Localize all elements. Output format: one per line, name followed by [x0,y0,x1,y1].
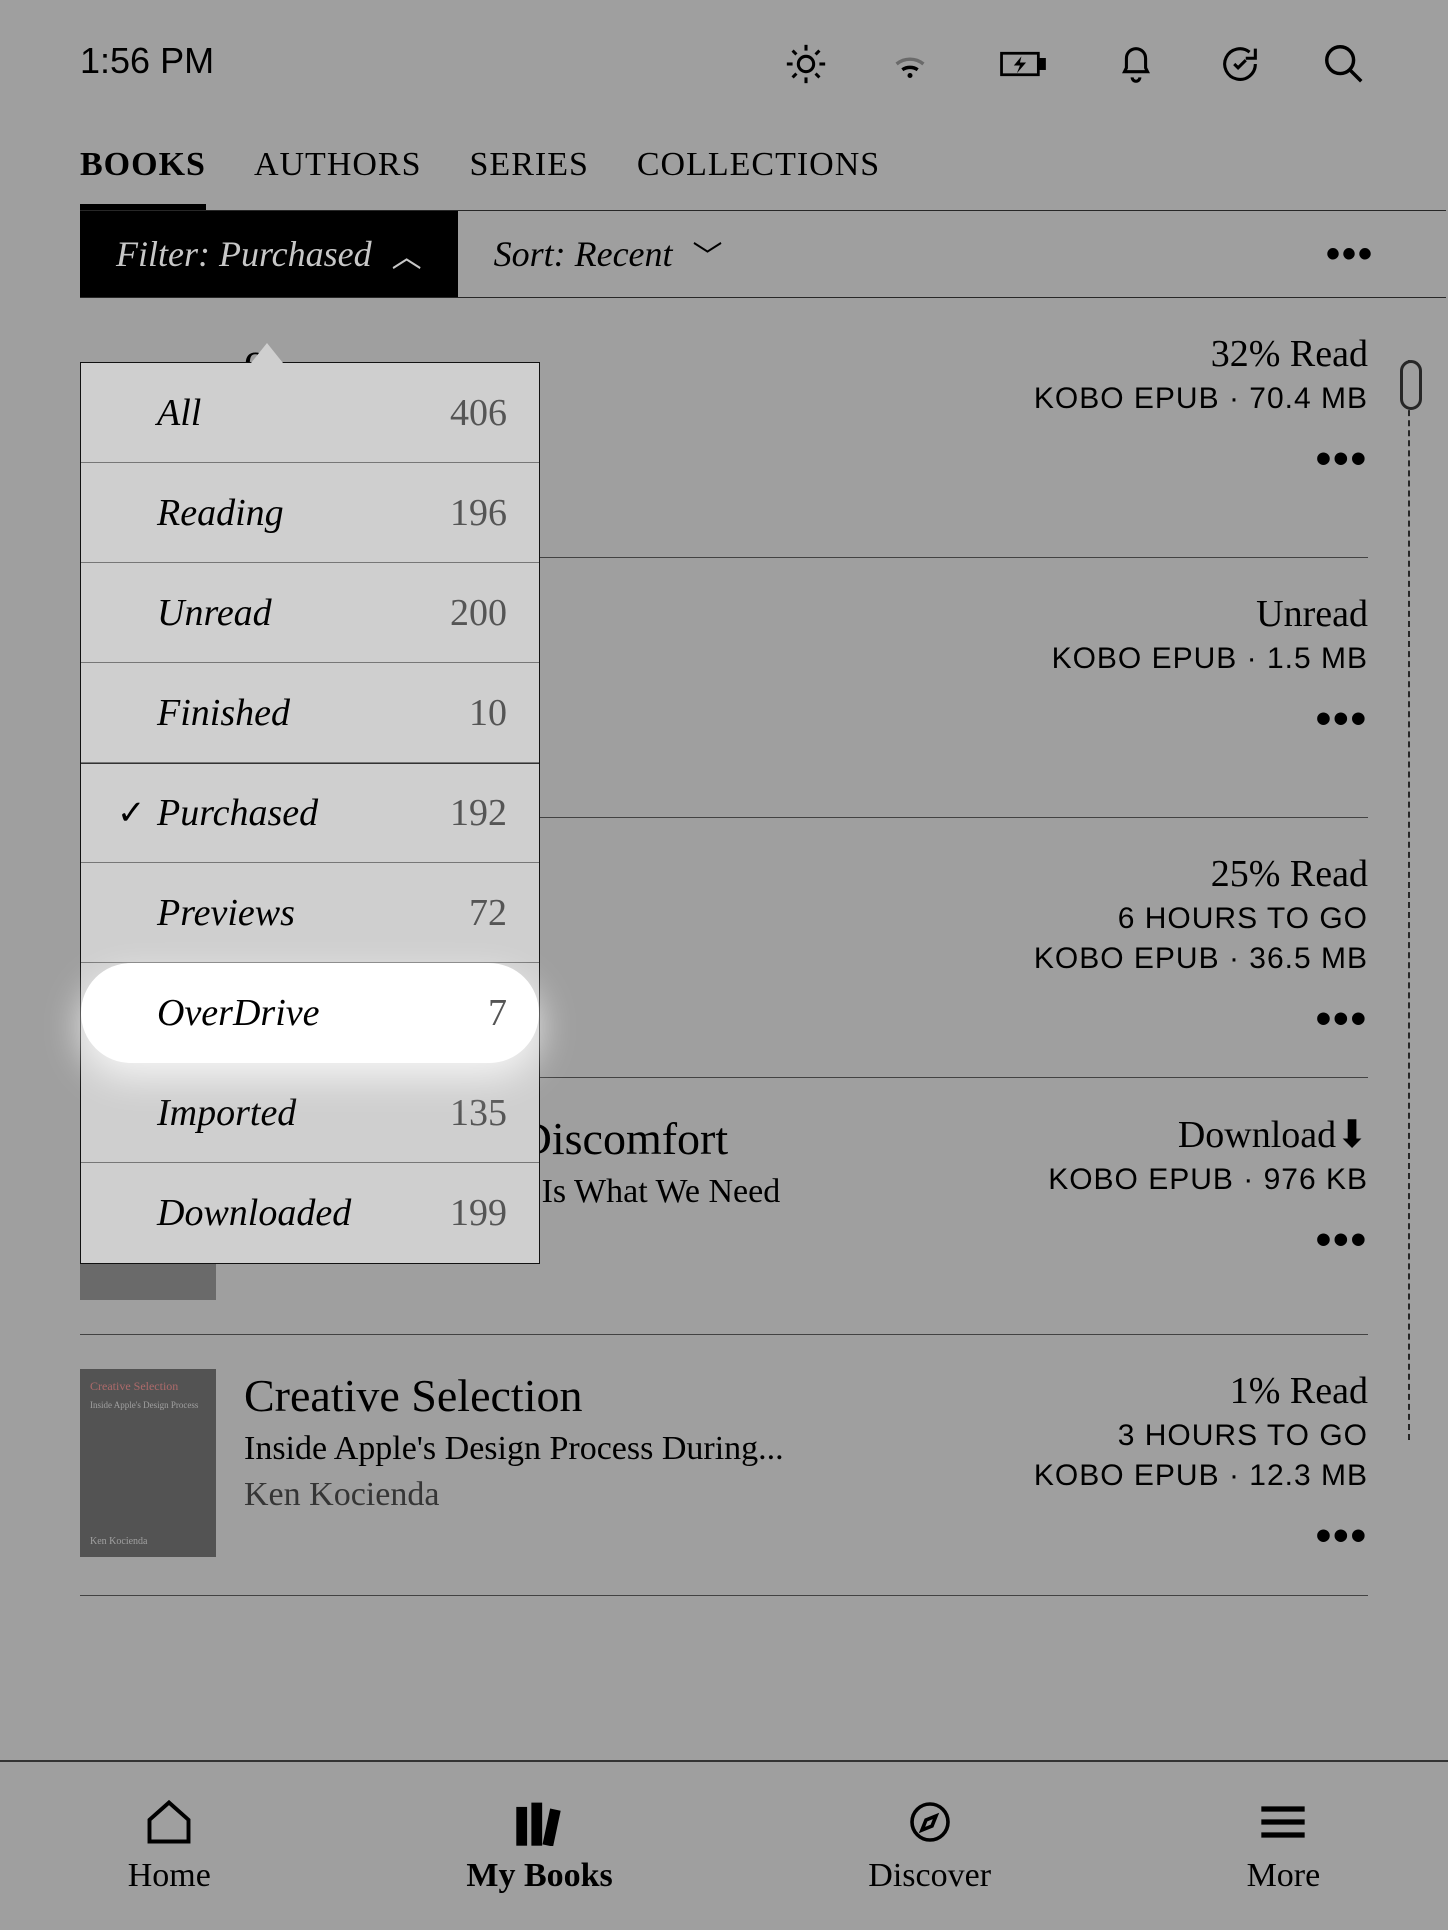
tab-authors[interactable]: AUTHORS [254,146,422,210]
row-menu-button[interactable]: ••• [1316,694,1368,744]
bell-icon[interactable] [1112,40,1160,88]
sort-button[interactable]: Sort: Recent﹀ [458,232,759,276]
tab-series[interactable]: SERIES [470,146,589,210]
bottom-nav: Home My Books Discover More [0,1760,1448,1930]
more-options-button[interactable]: ••• [1326,232,1446,277]
filter-option-purchased[interactable]: ✓Purchased192 [81,763,539,863]
filter-option-overdrive[interactable]: OverDrive7 [81,963,539,1063]
search-icon[interactable] [1320,40,1368,88]
status-time: 1:56 PM [80,40,214,88]
sync-icon[interactable] [1216,40,1264,88]
filter-dropdown: All406 Reading196 Unread200 Finished10 ✓… [80,362,540,1264]
chevron-up-icon: ︿ [392,232,422,276]
book-cover: Creative SelectionInside Apple's Design … [80,1369,216,1557]
row-menu-button[interactable]: ••• [1316,434,1368,484]
book-title: Creative Selection [244,1369,1006,1422]
brightness-icon[interactable] [782,40,830,88]
filter-button[interactable]: Filter: Purchased︿ [80,211,458,297]
row-menu-button[interactable]: ••• [1316,994,1368,1044]
filter-option-imported[interactable]: Imported135 [81,1063,539,1163]
book-author: Ken Kocienda [244,1476,1006,1514]
filter-option-all[interactable]: All406 [81,363,539,463]
row-menu-button[interactable]: ••• [1316,1215,1368,1265]
checkmark-icon: ✓ [117,793,157,833]
filter-option-previews[interactable]: Previews72 [81,863,539,963]
battery-charging-icon[interactable] [990,40,1056,88]
chevron-down-icon: ﹀ [693,232,723,276]
wifi-icon[interactable] [886,40,934,88]
filter-option-reading[interactable]: Reading196 [81,463,539,563]
book-row[interactable]: Creative Selection Inside Apple's Design … [80,1335,1368,1596]
status-icons [782,40,1368,88]
filter-option-finished[interactable]: Finished10 [81,663,539,763]
book-subtitle: Inside Apple's Design Process During... [244,1430,1006,1468]
tab-collections[interactable]: COLLECTIONS [637,146,880,210]
row-menu-button[interactable]: ••• [1316,1511,1368,1561]
scrollbar[interactable] [1408,360,1410,1440]
filter-option-downloaded[interactable]: Downloaded199 [81,1163,539,1263]
tab-books[interactable]: BOOKS [80,146,206,210]
filter-option-unread[interactable]: Unread200 [81,563,539,663]
